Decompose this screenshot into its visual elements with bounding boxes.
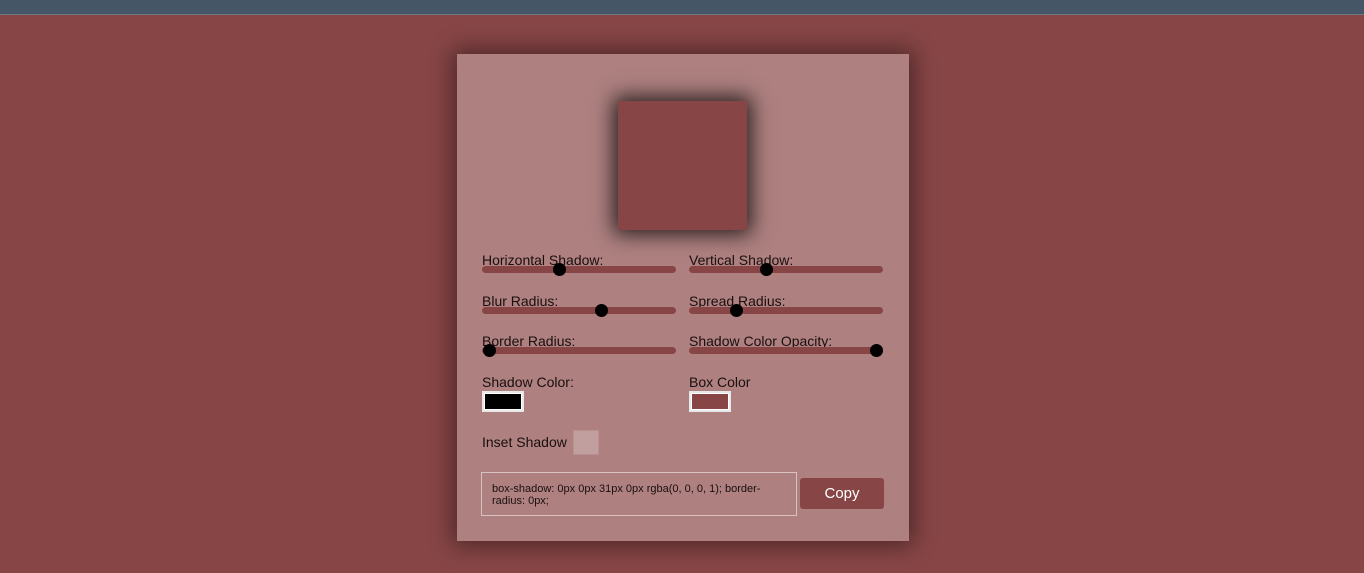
vertical-shadow-slider-thumb[interactable] xyxy=(760,263,774,276)
spread-radius-control: Spread Radius: xyxy=(689,293,884,317)
blur-radius-slider[interactable] xyxy=(482,304,676,317)
shadow-color-swatch xyxy=(485,394,521,409)
shadow-opacity-slider-thumb[interactable] xyxy=(870,344,883,357)
blur-radius-control: Blur Radius: xyxy=(482,293,677,317)
border-radius-slider-thumb[interactable] xyxy=(483,344,496,357)
box-color-control: Box Color xyxy=(689,374,884,412)
shadow-opacity-slider[interactable] xyxy=(689,344,883,357)
spread-radius-slider-thumb[interactable] xyxy=(729,304,743,317)
box-shadow-generator-panel: Horizontal Shadow: Vertical Shadow: Blur… xyxy=(457,54,909,541)
copy-button[interactable]: Copy xyxy=(800,478,884,509)
inset-shadow-checkbox[interactable] xyxy=(573,430,599,455)
border-radius-slider[interactable] xyxy=(482,344,676,357)
shadow-color-label: Shadow Color: xyxy=(482,374,574,390)
horizontal-shadow-slider-thumb[interactable] xyxy=(553,263,567,276)
top-bar xyxy=(0,0,1364,15)
spread-radius-slider[interactable] xyxy=(689,304,883,317)
shadow-color-picker[interactable] xyxy=(482,391,524,412)
inset-shadow-label: Inset Shadow xyxy=(482,434,567,450)
horizontal-shadow-slider[interactable] xyxy=(482,263,676,276)
vertical-shadow-slider[interactable] xyxy=(689,263,883,276)
shadow-opacity-control: Shadow Color Opacity: xyxy=(689,333,884,357)
blur-radius-slider-thumb[interactable] xyxy=(594,304,608,317)
border-radius-control: Border Radius: xyxy=(482,333,677,357)
box-color-swatch xyxy=(692,394,728,409)
preview-box xyxy=(618,101,747,230)
box-color-picker[interactable] xyxy=(689,391,731,412)
box-color-label: Box Color xyxy=(689,374,751,390)
shadow-color-control: Shadow Color: xyxy=(482,374,677,412)
css-output-textarea[interactable]: box-shadow: 0px 0px 31px 0px rgba(0, 0, … xyxy=(481,472,797,516)
horizontal-shadow-control: Horizontal Shadow: xyxy=(482,252,677,276)
vertical-shadow-control: Vertical Shadow: xyxy=(689,252,884,276)
